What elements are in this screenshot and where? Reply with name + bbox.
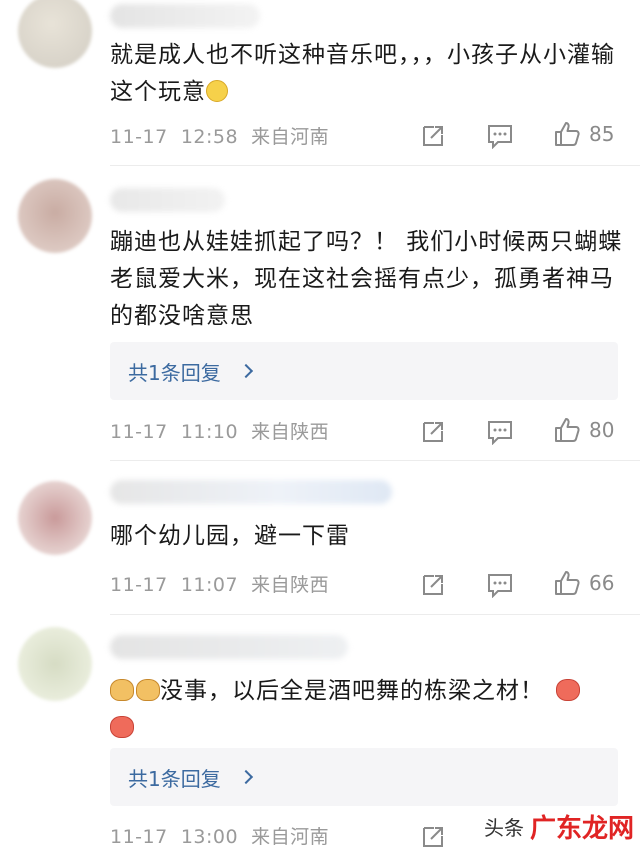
comment-location: 来自陕西: [251, 574, 330, 596]
comment-icon: [488, 421, 512, 445]
comment-icon: [488, 125, 512, 149]
thumbs-up-icon: [555, 122, 580, 146]
avatar[interactable]: [18, 179, 92, 253]
rolling-eyes-emoji-icon: [206, 80, 228, 102]
comment-button[interactable]: [486, 570, 514, 600]
share-icon: [423, 575, 443, 595]
avatar[interactable]: [18, 0, 92, 68]
reply-expand-button[interactable]: 共1条回复: [110, 342, 618, 400]
comment-date: 11-17: [110, 126, 168, 148]
like-count: 85: [589, 122, 615, 146]
comment-meta: 11-17 13:00 来自河南: [110, 824, 329, 850]
comment-text-content: 没事，以后全是酒吧舞的栋梁之材！: [160, 678, 544, 704]
like-button[interactable]: 66: [553, 568, 614, 598]
red-face-emoji-icon: [110, 716, 134, 738]
red-face-emoji-icon: [556, 679, 581, 701]
comment-text: 没事，以后全是酒吧舞的栋梁之材！: [110, 673, 625, 747]
dog-face-emoji-icon: [110, 679, 134, 701]
comment-text: 就是成人也不听这种音乐吧，，，小孩子从小灌输这个玩意: [110, 37, 625, 111]
comment-time: 12:58: [180, 126, 239, 148]
username-blurred[interactable]: [110, 188, 225, 212]
share-button[interactable]: [420, 121, 446, 151]
share-button[interactable]: [420, 570, 446, 600]
username-blurred[interactable]: [110, 635, 348, 659]
comment-location: 来自陕西: [251, 421, 330, 443]
chevron-right-icon: [238, 769, 253, 785]
comment-location: 来自河南: [251, 826, 330, 848]
like-button[interactable]: 80: [553, 415, 614, 445]
share-icon: [423, 827, 443, 847]
comment-meta: 11-17 12:58 来自河南: [110, 124, 329, 150]
comment-2: 蹦迪也从娃娃抓起了吗？！ 我们小时候两只蝴蝶老鼠爱大米，现在这社会摇有点少，孤勇…: [0, 166, 640, 460]
comment-meta: 11-17 11:07 来自陕西: [110, 572, 329, 598]
comment-button[interactable]: [486, 417, 514, 447]
share-icon: [423, 422, 443, 442]
share-icon: [423, 126, 443, 146]
comment-meta: 11-17 11:10 来自陕西: [110, 419, 329, 445]
like-count: 80: [589, 418, 615, 442]
like-button[interactable]: 85: [553, 119, 614, 149]
comment-icon: [488, 574, 512, 598]
comment-location: 来自河南: [251, 126, 330, 148]
share-button[interactable]: [420, 822, 446, 852]
comment-1: 就是成人也不听这种音乐吧，，，小孩子从小灌输这个玩意 11-17 12:58 来…: [0, 0, 640, 165]
username-blurred[interactable]: [110, 4, 260, 28]
username-blurred[interactable]: [110, 480, 392, 504]
comment-text-content: 就是成人也不听这种音乐吧，，，小孩子从小灌输这个玩意: [110, 42, 615, 105]
thumbs-up-icon: [555, 418, 580, 442]
share-button[interactable]: [420, 417, 446, 447]
like-count: 66: [589, 571, 615, 595]
comment-date: 11-17: [110, 574, 168, 596]
comment-time: 11:07: [180, 574, 239, 596]
watermark-source: 头条: [483, 816, 524, 840]
comment-3: 哪个幼儿园，避一下雷 11-17 11:07 来自陕西 66: [0, 461, 640, 614]
avatar[interactable]: [18, 481, 92, 555]
comment-time: 13:00: [180, 826, 239, 848]
chevron-right-icon: [238, 363, 253, 379]
reply-count-label: 共1条回复: [128, 360, 221, 385]
reply-count-label: 共1条回复: [128, 766, 221, 791]
watermark: 头条 广东龙网: [484, 808, 634, 845]
dog-face-emoji-icon: [136, 679, 160, 701]
comment-text: 哪个幼儿园，避一下雷: [110, 523, 350, 549]
comment-time: 11:10: [180, 421, 239, 443]
comment-button[interactable]: [486, 121, 514, 151]
avatar[interactable]: [18, 627, 92, 701]
watermark-brand: 广东龙网: [529, 814, 634, 844]
reply-expand-button[interactable]: 共1条回复: [110, 748, 618, 806]
comment-text: 蹦迪也从娃娃抓起了吗？！ 我们小时候两只蝴蝶老鼠爱大米，现在这社会摇有点少，孤勇…: [110, 229, 623, 329]
comment-date: 11-17: [110, 826, 168, 848]
comment-date: 11-17: [110, 421, 168, 443]
thumbs-up-icon: [555, 571, 580, 595]
